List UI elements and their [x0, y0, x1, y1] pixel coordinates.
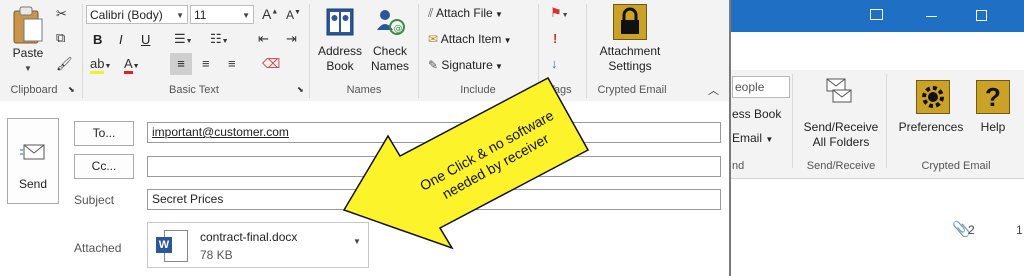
callout-arrow: One Click & no software needed by receiv…	[342, 76, 590, 250]
